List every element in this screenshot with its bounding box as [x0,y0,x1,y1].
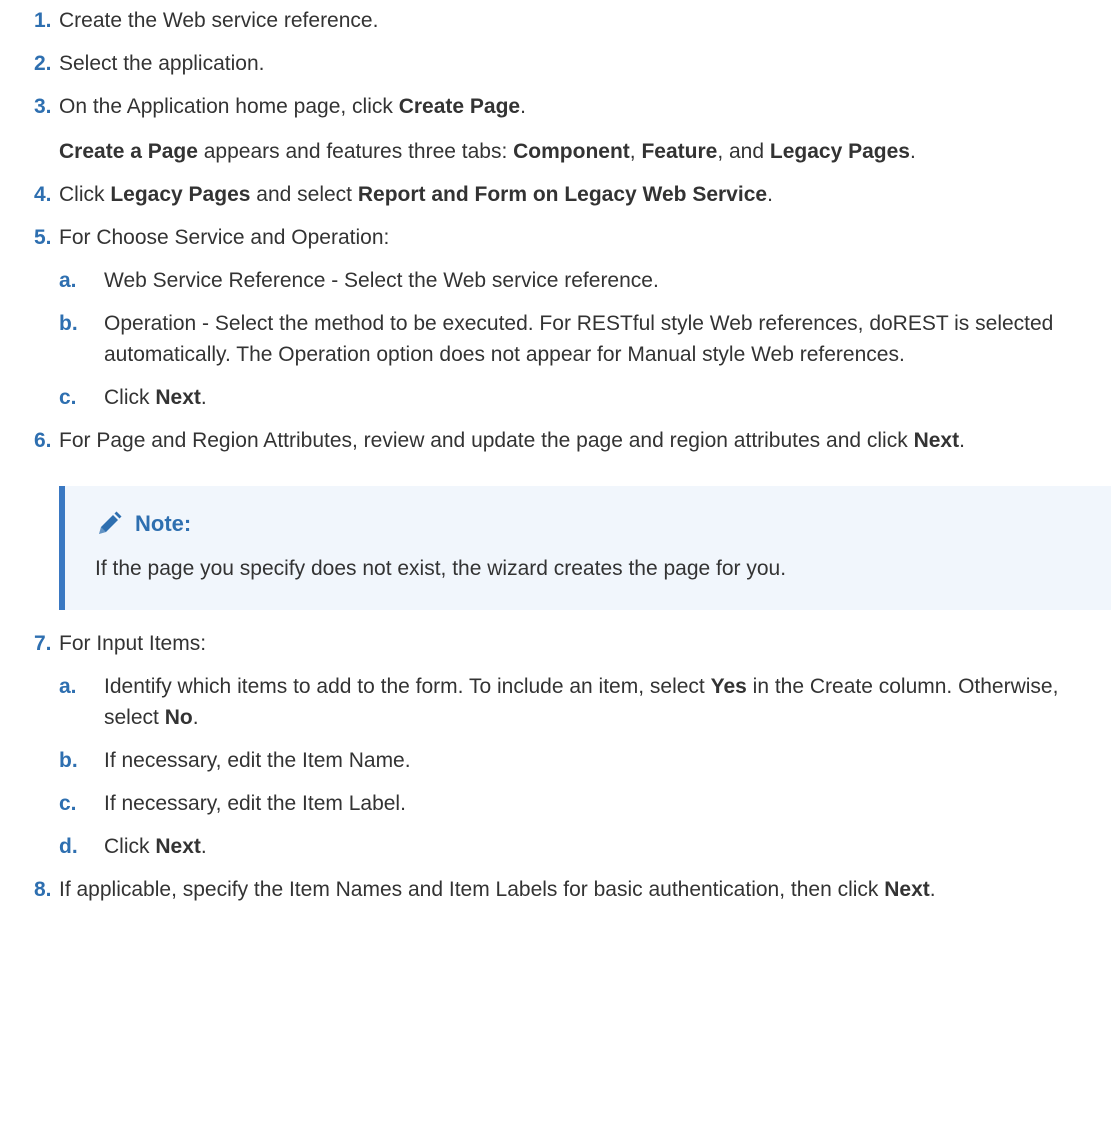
step-text: If applicable, specify the Item Names an… [59,874,1091,905]
substep-b: b. If necessary, edit the Item Name. [59,745,1091,776]
text-run: . [959,429,965,452]
text-run: and select [250,183,358,206]
text-run: appears and features three tabs: [197,140,514,163]
step-8: 8. If applicable, specify the Item Names… [0,874,1111,905]
step-7: 7. For Input Items: a. Identify which it… [0,628,1111,862]
step-number: 1. [34,9,52,32]
document-body: 1. Create the Web service reference. 2. … [0,0,1111,905]
text-run: If applicable, specify the Item Names an… [59,878,885,901]
step-text: For Input Items: [59,632,207,655]
substep-d: d. Click Next. [59,831,1091,862]
substep-c: c. If necessary, edit the Item Label. [59,788,1091,819]
step-number: 8. [34,878,52,901]
step-text: Click Legacy Pages and select Report and… [59,179,1091,210]
text-run: . [200,835,207,858]
ui-term-next: Next [155,386,201,409]
substep-c: c. Click Next. [59,382,1091,413]
step-2: 2. Select the application. [0,48,1111,79]
text-run: Click [104,835,156,858]
substep-text: Identify which items to add to the form.… [104,671,1091,733]
substep-text: Web Service Reference - Select the Web s… [104,269,659,292]
step-text: Select the application. [59,52,265,75]
step-text: For Page and Region Attributes, review a… [59,425,1091,456]
note-header: Note: [95,508,1087,539]
substep-list: a. Identify which items to add to the fo… [59,671,1091,862]
step-text: Create the Web service reference. [59,9,379,32]
substep-letter: c. [59,792,77,815]
step-number: 4. [34,183,52,206]
ui-term-yes: Yes [710,675,747,698]
pencil-icon [95,510,123,538]
step-number: 2. [34,52,52,75]
step-6: 6. For Page and Region Attributes, revie… [0,425,1111,456]
note-text: If the page you specify does not exist, … [95,557,787,580]
step-5: 5. For Choose Service and Operation: a. … [0,222,1111,413]
substep-letter: b. [59,312,78,335]
substep-letter: a. [59,269,77,292]
text-run: On the Application home page, click [59,95,399,118]
text-run: . [192,706,199,729]
substep-b: b. Operation - Select the method to be e… [59,308,1091,370]
substep-letter: d. [59,835,78,858]
step-text: On the Application home page, click Crea… [59,91,1091,122]
ui-term-legacy-pages: Legacy Pages [769,140,910,163]
ui-term-next: Next [884,878,930,901]
step-1: 1. Create the Web service reference. [0,5,1111,36]
text-run: Click [59,183,111,206]
substep-a: a. Web Service Reference - Select the We… [59,265,1091,296]
note-title: Note: [135,511,192,536]
text-run: Identify which items to add to the form.… [104,675,711,698]
substep-text: If necessary, edit the Item Name. [104,749,411,772]
step-3: 3. On the Application home page, click C… [0,91,1111,167]
step-number: 5. [34,226,52,249]
ui-term-report-and-form: Report and Form on Legacy Web Service [357,183,768,206]
step-number: 7. [34,632,52,655]
ui-term-next: Next [155,835,201,858]
text-run: For Page and Region Attributes, review a… [59,429,914,452]
step-text: For Choose Service and Operation: [59,226,390,249]
text-run: . [767,183,773,206]
ui-term-create-a-page: Create a Page [59,140,198,163]
text-run: , and [717,140,770,163]
ui-term-next: Next [913,429,960,452]
substep-letter: a. [59,675,77,698]
ui-term-legacy-pages: Legacy Pages [110,183,251,206]
substep-letter: b. [59,749,78,772]
step-number: 6. [34,429,52,452]
step-number: 3. [34,95,52,118]
ui-term-create-page: Create Page [398,95,521,118]
text-run: . [909,140,916,163]
note-callout: Note: If the page you specify does not e… [59,486,1111,610]
text-run: Click [104,386,156,409]
substep-text: Click Next. [104,831,1091,862]
substep-text: Click Next. [104,382,1091,413]
text-run: . [200,386,207,409]
substep-text: If necessary, edit the Item Label. [104,792,406,815]
step-detail: Create a Page appears and features three… [59,136,1091,167]
substep-a: a. Identify which items to add to the fo… [59,671,1091,733]
text-run: . [929,878,936,901]
substep-list: a. Web Service Reference - Select the We… [59,265,1091,413]
substep-text: Operation - Select the method to be exec… [104,312,1054,366]
text-run: . [520,95,526,118]
ui-term-component: Component [513,140,630,163]
substep-letter: c. [59,386,77,409]
text-run: , [629,140,642,163]
ui-term-no: No [164,706,193,729]
ui-term-feature: Feature [641,140,718,163]
step-4: 4. Click Legacy Pages and select Report … [0,179,1111,210]
